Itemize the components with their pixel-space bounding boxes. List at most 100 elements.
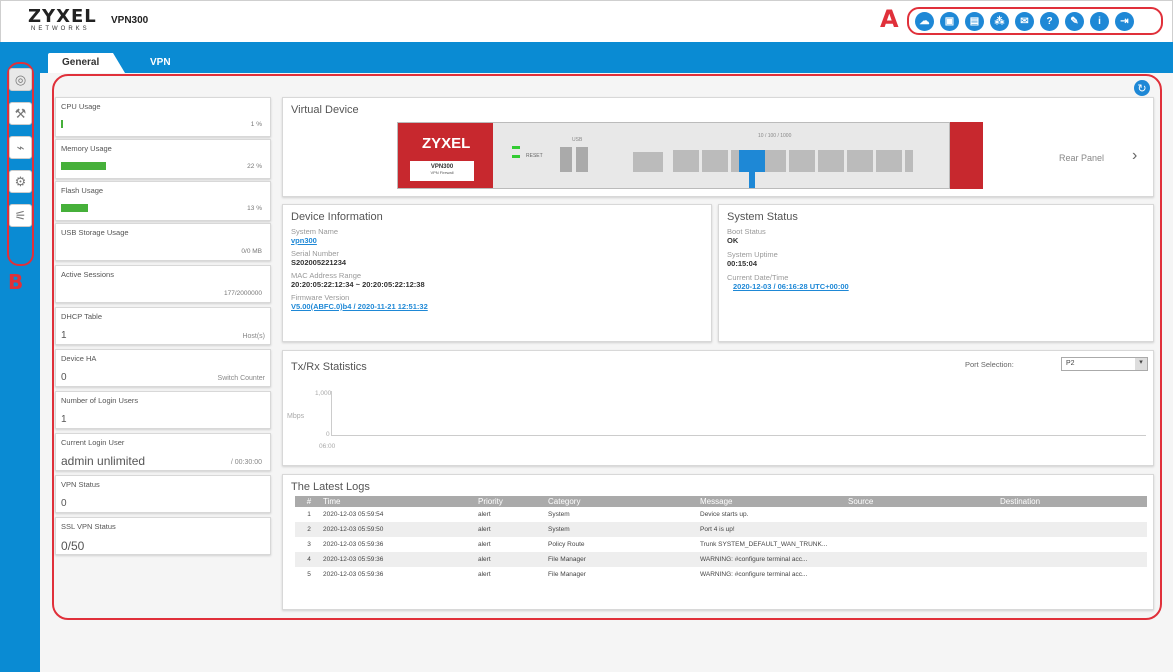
current-login-user-value: admin unlimited	[61, 454, 146, 468]
datetime-label: Current Date/Time	[727, 273, 789, 282]
reset-label: RESET	[526, 153, 543, 159]
device-model: VPN300	[111, 15, 149, 26]
console-port	[633, 152, 663, 172]
usb-port-2	[576, 147, 588, 172]
flash-usage-value: 13 %	[247, 205, 262, 212]
txrx-statistics-card: Tx/Rx Statistics Port Selection: P2 ▾ 1,…	[282, 350, 1154, 466]
cell-source	[844, 522, 996, 537]
status-icon[interactable]: ⌁	[9, 136, 32, 159]
panel-model-sub: VPN Firewall	[430, 170, 454, 175]
configuration-icon[interactable]: ⚙	[9, 170, 32, 193]
cell-category: System	[544, 522, 696, 537]
active-sessions-label: Active Sessions	[61, 270, 114, 279]
device-ha-value: 0	[61, 372, 67, 383]
memory-usage-label: Memory Usage	[61, 144, 112, 153]
logs-header-row: # Time Priority Category Message Source …	[295, 496, 1147, 507]
system-name-link[interactable]: vpn300	[291, 236, 428, 246]
active-sessions-value: 177/2000000	[224, 290, 262, 297]
dhcp-table-label: DHCP Table	[61, 312, 102, 321]
cell-index: 3	[307, 541, 311, 548]
col-priority: Priority	[474, 496, 544, 507]
y-axis-top: 1,000	[315, 390, 332, 397]
port-selection-select[interactable]: P2 ▾	[1061, 357, 1148, 371]
cell-priority: alert	[478, 511, 491, 518]
monitor-icon[interactable]: ▣	[940, 11, 959, 31]
table-row[interactable]: 1 2020-12-03 05:59:54 alert System Device st…	[295, 507, 1147, 522]
col-category: Category	[544, 496, 696, 507]
logs-table: # Time Priority Category Message Source …	[295, 496, 1147, 582]
led-green-2	[512, 155, 520, 158]
uptime-label: System Uptime	[727, 250, 778, 259]
device-information-fields: System Name vpn300 Serial Number S202005…	[291, 227, 428, 315]
table-row[interactable]: 4 2020-12-03 05:59:36 alert File Manager WAR…	[295, 552, 1147, 567]
cell-message: WARNING: #configure terminal acc...	[700, 571, 808, 578]
refresh-icon[interactable]: ↻	[1134, 80, 1150, 96]
datetime-link[interactable]: 2020-12-03 / 06:16:28 UTC+00:00	[733, 282, 849, 292]
cell-index: 2	[295, 522, 319, 537]
rear-panel-link[interactable]: Rear Panel	[1059, 153, 1104, 163]
flash-usage-bar	[61, 204, 211, 212]
system-status-fields: Boot Status OK System Uptime 00:15:04 Cu…	[727, 227, 849, 295]
x-axis-line	[331, 435, 1146, 436]
login-users-value: 1	[61, 414, 67, 425]
chevron-right-icon[interactable]: ›	[1132, 147, 1137, 165]
top-icon-bar: ☁ ▣ ▤ ⁂ ✉ ? ✎ i ⇥	[907, 7, 1163, 35]
boot-status-label: Boot Status	[727, 227, 766, 236]
port-selection-value: P2	[1066, 360, 1075, 367]
info-icon[interactable]: i	[1090, 11, 1109, 31]
dashboard-icon[interactable]: ◎	[9, 68, 32, 91]
tab-general[interactable]: General	[48, 53, 126, 73]
cell-category: File Manager	[548, 571, 586, 578]
callout-b: B	[8, 270, 24, 294]
device-front-panel: ZYXEL VPN300 VPN Firewall RESET USB 10 /…	[397, 122, 950, 189]
chevron-down-icon[interactable]: ▾	[1135, 358, 1147, 370]
panel-brand: ZYXEL	[422, 135, 471, 152]
vpn-status-value: 0	[61, 498, 67, 509]
table-row[interactable]: 3 2020-12-03 05:59:36 alert Policy Route Tru…	[295, 537, 1147, 552]
browser-icon[interactable]: ▤	[965, 11, 984, 31]
monitor-icon[interactable]: ⚒	[9, 102, 32, 125]
chat-icon[interactable]: ✉	[1015, 11, 1034, 31]
table-row[interactable]: 5 2020-12-03 05:59:36 alert File Manager WAR…	[295, 567, 1147, 582]
cell-message: Port 4 is up!	[696, 522, 844, 537]
usb-storage-label: USB Storage Usage	[61, 228, 129, 237]
port-p2-connected[interactable]	[739, 150, 765, 172]
usb-port-1	[560, 147, 572, 172]
network-icon[interactable]: ⁂	[990, 11, 1009, 31]
zyxel-logo: ZYXEL NETWORKS	[28, 8, 97, 33]
memory-usage-value: 22 %	[247, 163, 262, 170]
dhcp-table-unit: Host(s)	[242, 333, 265, 340]
tab-vpn[interactable]: VPN	[136, 53, 185, 73]
cell-category: File Manager	[544, 552, 696, 567]
flash-usage-label: Flash Usage	[61, 186, 104, 195]
system-name-label: System Name	[291, 227, 339, 236]
flash-usage-widget: Flash Usage 13 %	[55, 181, 271, 221]
cell-destination	[996, 522, 1147, 537]
logout-icon[interactable]: ⇥	[1115, 11, 1134, 31]
cell-index: 1	[307, 511, 311, 518]
ports-label: 10 / 100 / 1000	[758, 133, 792, 139]
cell-time: 2020-12-03 05:59:36	[319, 552, 474, 567]
device-ha-widget: Device HA 0 Switch Counter	[55, 349, 271, 387]
cell-category: Policy Route	[548, 541, 585, 548]
cpu-usage-widget: CPU Usage 1 %	[55, 97, 271, 137]
device-information-title: Device Information	[291, 211, 383, 223]
maintenance-icon[interactable]: ⚟	[9, 204, 32, 227]
table-row[interactable]: 2 2020-12-03 05:59:50 alert System Port 4 is…	[295, 522, 1147, 537]
ssl-vpn-value: 0/50	[61, 539, 85, 553]
ssl-vpn-widget: SSL VPN Status 0/50	[55, 517, 271, 555]
mac-range-label: MAC Address Range	[291, 271, 362, 280]
cloud-icon[interactable]: ☁	[915, 11, 934, 31]
cable-icon	[749, 172, 755, 188]
mac-range-value: 20:20:05:22:12:34 ~ 20:20:05:22:12:38	[291, 280, 425, 289]
help-icon[interactable]: ?	[1040, 11, 1059, 31]
usb-label: USB	[572, 137, 583, 143]
device-ha-label: Device HA	[61, 354, 97, 363]
settings-icon[interactable]: ✎	[1065, 11, 1084, 31]
memory-usage-widget: Memory Usage 22 %	[55, 139, 271, 179]
cpu-usage-label: CPU Usage	[61, 102, 101, 111]
cell-priority: alert	[474, 522, 544, 537]
firmware-link[interactable]: V5.00(ABFC.0)b4 / 2020-11-21 12:51:32	[291, 302, 428, 312]
cell-index: 5	[307, 571, 311, 578]
cell-priority: alert	[478, 541, 491, 548]
